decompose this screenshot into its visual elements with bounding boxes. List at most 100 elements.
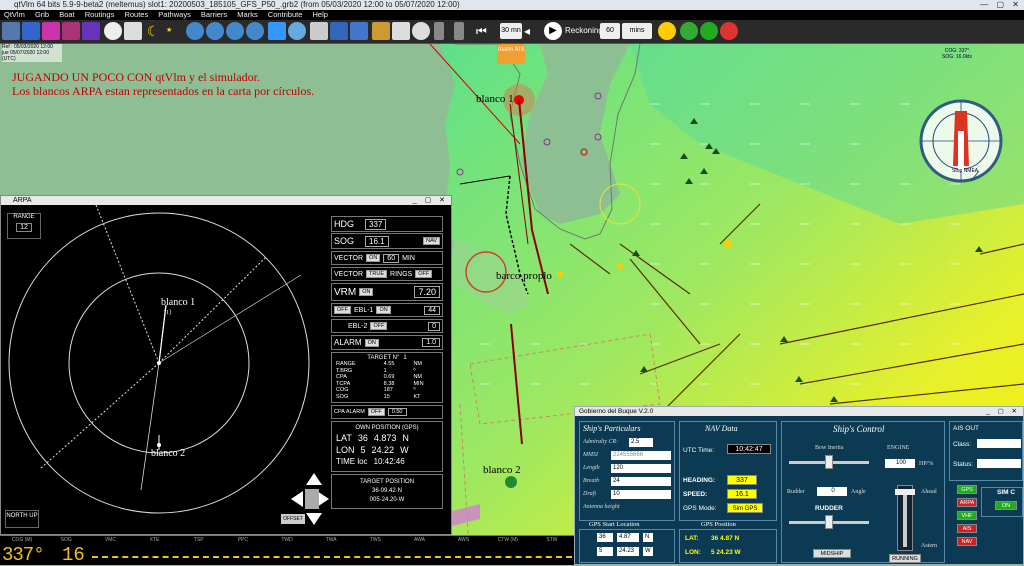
midship-button[interactable]: MIDSHIP (813, 549, 851, 558)
target-number[interactable]: 1 (403, 355, 406, 361)
vrm-on-button[interactable]: ON (359, 288, 374, 296)
star-icon[interactable]: ★ (166, 22, 184, 40)
gps-start-lon-deg[interactable]: 5 (597, 547, 613, 556)
reckoning-input[interactable]: 60 (600, 23, 620, 39)
vrm-value[interactable]: 7.20 (414, 286, 440, 298)
gps-start-lat-min[interactable]: 4.87 (617, 533, 639, 542)
breath-input[interactable]: 24 (611, 477, 671, 486)
radar-scope[interactable] (1, 205, 331, 535)
admiralty-input[interactable]: 2.5 (629, 438, 653, 447)
zoom-in-icon[interactable] (186, 22, 204, 40)
ebl1-on-button[interactable]: ON (376, 306, 391, 314)
lifebuoy-icon[interactable] (720, 22, 738, 40)
rudder-input[interactable]: 0 (817, 487, 847, 496)
mmsi-input[interactable]: 224555666 (611, 451, 671, 460)
vector-true-button[interactable]: TRUE (366, 270, 388, 278)
arrow-down-icon[interactable] (306, 513, 322, 525)
menu-help[interactable]: Help (313, 10, 328, 19)
gps-start-lon-hem[interactable]: W (643, 547, 653, 556)
ebl2-value[interactable]: 0 (428, 321, 440, 331)
vhf-toggle-button[interactable]: VHF (957, 511, 977, 520)
menu-boat[interactable]: Boat (59, 10, 74, 19)
stop-nmea-button[interactable]: Stop NMEA (952, 168, 978, 174)
zoom-boat-icon[interactable] (246, 22, 264, 40)
gobierno-window-controls[interactable]: _ ▢ ✕ (986, 407, 1020, 416)
north-up-button[interactable]: NORTH UP (5, 510, 39, 528)
throttle-thumb[interactable] (895, 489, 915, 495)
menu-pathways[interactable]: Pathways (158, 10, 191, 19)
ais-status-input[interactable] (977, 459, 1021, 468)
gps-mode-button[interactable]: Sim GPS (727, 503, 763, 513)
select-zone-icon[interactable] (268, 22, 286, 40)
menu-routings[interactable]: Routings (85, 10, 115, 19)
menu-marks[interactable]: Marks (237, 10, 257, 19)
alarm-value[interactable]: 1.0 (422, 338, 440, 347)
boat-select-icon[interactable] (454, 22, 464, 40)
step-back-icon[interactable]: ◂ (524, 22, 542, 40)
nmea-icon[interactable] (700, 22, 718, 40)
ebl1-value[interactable]: 44 (424, 305, 440, 315)
offset-button[interactable]: OFFSET (281, 514, 305, 524)
ais-out-title: AIS OUT (953, 425, 980, 432)
polar-icon[interactable] (372, 22, 390, 40)
reckoning-unit-select[interactable]: mins (622, 23, 652, 39)
grib-pressure-icon[interactable] (82, 22, 100, 40)
menu-routes[interactable]: Routes (124, 10, 148, 19)
calendar-icon[interactable] (124, 22, 142, 40)
search-icon[interactable] (288, 22, 306, 40)
play-icon[interactable]: ▶ (544, 22, 562, 40)
running-button[interactable]: RUNNING (889, 554, 921, 563)
rudder-thumb[interactable] (825, 515, 833, 529)
grib-wind-icon[interactable] (22, 22, 40, 40)
measure-icon[interactable] (310, 22, 328, 40)
zoom-out-icon[interactable] (206, 22, 224, 40)
alarm-ais-badge[interactable]: Alarm AIS (497, 44, 525, 64)
arpa-toggle-button[interactable]: ARPA (957, 498, 977, 507)
grib-waves-icon[interactable] (62, 22, 80, 40)
zoom-fit-icon[interactable] (226, 22, 244, 40)
vector-on-button[interactable]: ON (366, 254, 381, 262)
length-input[interactable]: 120 (611, 464, 671, 473)
time-step-select[interactable]: 30 mn (500, 23, 522, 39)
grib-open-icon[interactable] (2, 22, 20, 40)
layers-icon[interactable] (330, 22, 348, 40)
gps-start-lon-min[interactable]: 24.23 (617, 547, 639, 556)
grib-current-icon[interactable] (42, 22, 60, 40)
ais-toggle-button[interactable]: AIS (957, 524, 977, 533)
moon-icon[interactable]: ☾ (144, 22, 162, 40)
bell-icon[interactable] (658, 22, 676, 40)
menu-contribute[interactable]: Contribute (268, 10, 303, 19)
gps-toggle-button[interactable]: GPS (957, 485, 977, 494)
routing-icon[interactable] (412, 22, 430, 40)
route-icon[interactable] (350, 22, 368, 40)
arrow-left-icon[interactable] (291, 491, 303, 507)
gps-start-lat-hem[interactable]: N (643, 533, 653, 542)
move-center-button[interactable] (305, 489, 319, 509)
menu-qtvlm[interactable]: QtVlm (4, 10, 25, 19)
cpa-alarm-off-button[interactable]: OFF (367, 408, 385, 416)
arpa-window-controls[interactable]: _ ▢ ✕ (413, 196, 448, 205)
nav-button[interactable]: NAV (423, 237, 440, 245)
ais-class-input[interactable] (977, 439, 1021, 448)
sim-on-button[interactable]: ON (995, 501, 1017, 510)
window-controls[interactable]: — ▢ ✕ (980, 0, 1022, 10)
ebl2-off-button[interactable]: OFF (370, 322, 388, 330)
rings-off-button[interactable]: OFF (415, 270, 433, 278)
menu-grib[interactable]: Grib (35, 10, 49, 19)
engine-input[interactable]: 100 (885, 459, 915, 468)
alarm-on-button[interactable]: ON (364, 338, 379, 347)
skip-back-icon[interactable]: ⏮ (476, 22, 494, 40)
clock-icon[interactable] (104, 22, 122, 40)
ebl1-off-button[interactable]: OFF (334, 306, 351, 314)
cpa-alarm-value[interactable]: 0.50 (387, 408, 407, 416)
draft-input[interactable]: 10 (611, 490, 671, 499)
gps-icon[interactable] (680, 22, 698, 40)
arrow-up-icon[interactable] (306, 473, 322, 485)
player-icon[interactable] (434, 22, 444, 40)
menu-barriers[interactable]: Barriers (201, 10, 227, 19)
vector-min-value[interactable]: 60 (383, 253, 400, 263)
nav-toggle-button[interactable]: NAV (957, 537, 977, 546)
barrier-icon[interactable] (392, 22, 410, 40)
bow-inertia-thumb[interactable] (825, 455, 833, 469)
gps-start-lat-deg[interactable]: 36 (597, 533, 613, 542)
